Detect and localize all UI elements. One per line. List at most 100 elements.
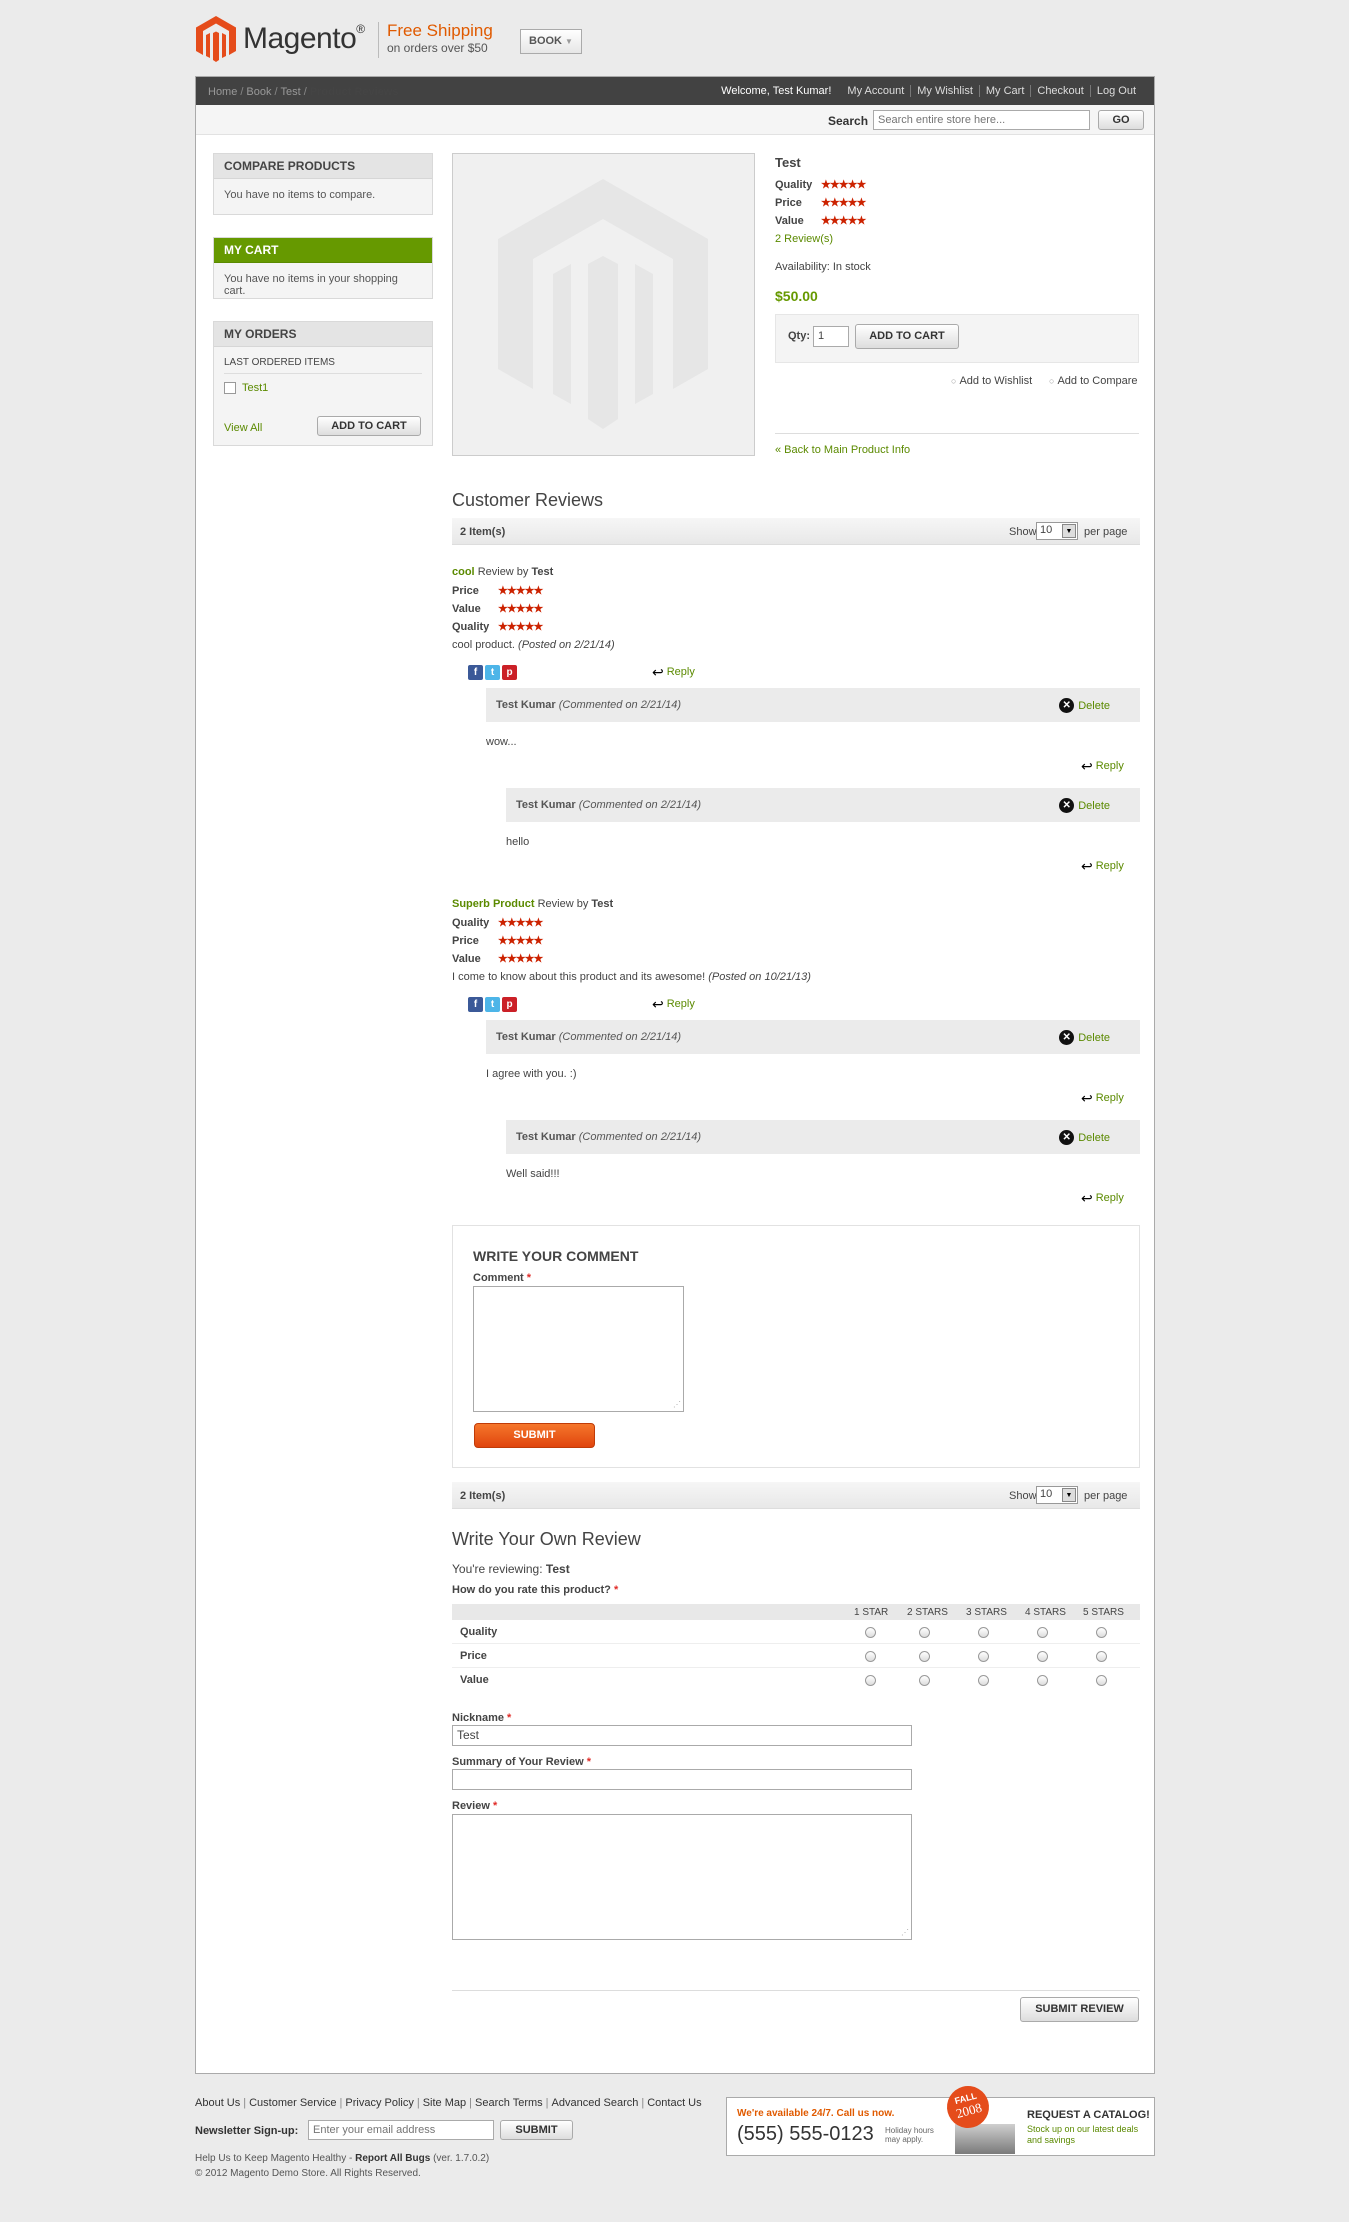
- rating-radio[interactable]: [1096, 1675, 1107, 1686]
- review-count-link[interactable]: 2 Review(s): [775, 233, 833, 245]
- comment-delete-link[interactable]: ✕ Delete: [1059, 698, 1110, 713]
- back-to-product-link[interactable]: « Back to Main Product Info: [775, 444, 910, 456]
- review-rating: Value ★★★★★: [452, 602, 543, 616]
- rating-radio[interactable]: [865, 1651, 876, 1662]
- add-to-cart-button[interactable]: ADD TO CART: [855, 324, 959, 349]
- twitter-icon[interactable]: t: [485, 997, 500, 1012]
- welcome-message: Welcome, Test Kumar!: [721, 85, 832, 97]
- breadcrumb-home[interactable]: Home: [208, 86, 237, 98]
- catalog-title: REQUEST A CATALOG!: [1027, 2109, 1150, 2121]
- review-title-link[interactable]: cool: [452, 566, 475, 578]
- link-my-wishlist[interactable]: My Wishlist: [910, 85, 979, 97]
- comment-reply-link[interactable]: ↩ Reply: [1081, 759, 1124, 773]
- nickname-input[interactable]: Test: [452, 1725, 912, 1746]
- logo-text: Magento: [243, 22, 357, 55]
- rating-radio[interactable]: [978, 1675, 989, 1686]
- breadcrumb-book[interactable]: Book: [246, 86, 271, 98]
- review-rating: Price ★★★★★: [452, 934, 543, 948]
- newsletter-email-input[interactable]: [308, 2120, 494, 2140]
- reply-icon: ↩: [1081, 1089, 1093, 1106]
- review-text: I come to know about this product and it…: [452, 971, 811, 983]
- search-input[interactable]: [873, 110, 1090, 130]
- rating-radio[interactable]: [1037, 1651, 1048, 1662]
- rating-radio[interactable]: [865, 1627, 876, 1638]
- comment-reply-link[interactable]: ↩ Reply: [1081, 1191, 1124, 1205]
- comment-delete-link[interactable]: ✕ Delete: [1059, 1030, 1110, 1045]
- search-go-button[interactable]: GO: [1098, 110, 1144, 130]
- order-item-checkbox[interactable]: [224, 382, 236, 395]
- store-switcher[interactable]: BOOK ▼: [520, 29, 582, 54]
- link-my-cart[interactable]: My Cart: [978, 85, 1031, 97]
- twitter-icon[interactable]: t: [485, 665, 500, 680]
- footer-banner[interactable]: We're available 24/7. Call us now. (555)…: [726, 2081, 1155, 2156]
- report-bugs-link[interactable]: Report All Bugs: [355, 2153, 430, 2164]
- review-label: Review *: [452, 1800, 497, 1812]
- qty-input[interactable]: 1: [813, 326, 849, 347]
- reply-icon: ↩: [652, 995, 664, 1012]
- link-log-out[interactable]: Log Out: [1089, 85, 1142, 97]
- comment-submit-button[interactable]: SUBMIT: [474, 1423, 595, 1448]
- summary-input[interactable]: [452, 1769, 912, 1790]
- rating-radio[interactable]: [978, 1627, 989, 1638]
- star-rating-icon: ★★★★★: [498, 621, 543, 633]
- comment-textarea[interactable]: ⋰: [473, 1286, 684, 1412]
- comment-delete-link[interactable]: ✕ Delete: [1059, 1130, 1110, 1145]
- footer-link-privacy-policy[interactable]: Privacy Policy: [345, 2097, 413, 2109]
- delete-label: Delete: [1078, 699, 1110, 712]
- newsletter-submit-button[interactable]: SUBMIT: [500, 2120, 573, 2140]
- view-all-orders-link[interactable]: View All: [224, 422, 262, 434]
- pinterest-icon[interactable]: p: [502, 665, 517, 680]
- footer-link-contact-us[interactable]: Contact Us: [647, 2097, 701, 2109]
- facebook-icon[interactable]: f: [468, 997, 483, 1012]
- footer-link-advanced-search[interactable]: Advanced Search: [552, 2097, 639, 2109]
- add-to-wishlist-link[interactable]: ○ Add to Wishlist: [951, 375, 1032, 387]
- rating-radio[interactable]: [1096, 1627, 1107, 1638]
- facebook-icon[interactable]: f: [468, 665, 483, 680]
- add-to-cart-box: Qty: 1 ADD TO CART: [775, 314, 1139, 363]
- rating-radio[interactable]: [978, 1651, 989, 1662]
- rating-radio[interactable]: [865, 1675, 876, 1686]
- per-page-select[interactable]: 10 ▼: [1036, 522, 1078, 540]
- review-reply-link[interactable]: ↩ Reply: [652, 665, 695, 679]
- order-item-link[interactable]: Test1: [242, 382, 268, 394]
- comment-text: I agree with you. :): [486, 1068, 577, 1080]
- comment-delete-link[interactable]: ✕ Delete: [1059, 798, 1110, 813]
- add-to-compare-link[interactable]: ○ Add to Compare: [1049, 375, 1138, 387]
- comment-reply-link[interactable]: ↩ Reply: [1081, 1089, 1124, 1106]
- footer-link-search-terms[interactable]: Search Terms: [475, 2097, 543, 2109]
- resize-grip-icon: ⋰: [673, 1400, 681, 1409]
- rating-radio[interactable]: [919, 1651, 930, 1662]
- sidebar-add-to-cart-button[interactable]: Add to Cart: [317, 416, 421, 436]
- rating-radio[interactable]: [1096, 1651, 1107, 1662]
- review-reply-link[interactable]: ↩ Reply: [652, 995, 695, 1012]
- product-image[interactable]: [452, 153, 755, 456]
- rating-radio[interactable]: [1037, 1627, 1048, 1638]
- rating-label: Price: [452, 584, 479, 597]
- link-my-account[interactable]: My Account: [841, 85, 910, 97]
- pinterest-icon[interactable]: p: [502, 997, 517, 1012]
- footer-link-customer-service[interactable]: Customer Service: [249, 2097, 336, 2109]
- rating-table: 1 STAR 2 STARS 3 STARS 4 STARS 5 STARS Q…: [452, 1604, 1140, 1692]
- nickname-label: Nickname *: [452, 1712, 511, 1724]
- rating-radio[interactable]: [1037, 1675, 1048, 1686]
- my-cart-empty: You have no items in your shopping cart.: [224, 273, 398, 297]
- rating-label: Value: [775, 214, 804, 227]
- reply-label: Reply: [666, 998, 695, 1010]
- my-cart-block: My Cart You have no items in your shoppi…: [213, 237, 433, 299]
- footer-link-site-map[interactable]: Site Map: [423, 2097, 466, 2109]
- delete-label: Delete: [1078, 799, 1110, 812]
- my-orders-title: My Orders: [214, 322, 432, 347]
- review-textarea[interactable]: ⋰: [452, 1814, 912, 1940]
- review-title-link[interactable]: Superb Product: [452, 898, 535, 910]
- per-page-select[interactable]: 10 ▼: [1036, 1486, 1078, 1504]
- comment-header: Test Kumar (Commented on 2/21/14) ✕ Delet…: [506, 788, 1140, 822]
- rating-radio[interactable]: [919, 1675, 930, 1686]
- submit-review-button[interactable]: Submit Review: [1020, 1997, 1139, 2022]
- breadcrumb-test[interactable]: Test: [281, 86, 301, 98]
- per-page-value: 10: [1040, 1488, 1053, 1500]
- rating-radio[interactable]: [919, 1627, 930, 1638]
- rating-label: Quality: [452, 916, 490, 929]
- comment-reply-link[interactable]: ↩ Reply: [1081, 859, 1124, 873]
- link-checkout[interactable]: Checkout: [1030, 85, 1089, 97]
- footer-link-about-us[interactable]: About Us: [195, 2097, 240, 2109]
